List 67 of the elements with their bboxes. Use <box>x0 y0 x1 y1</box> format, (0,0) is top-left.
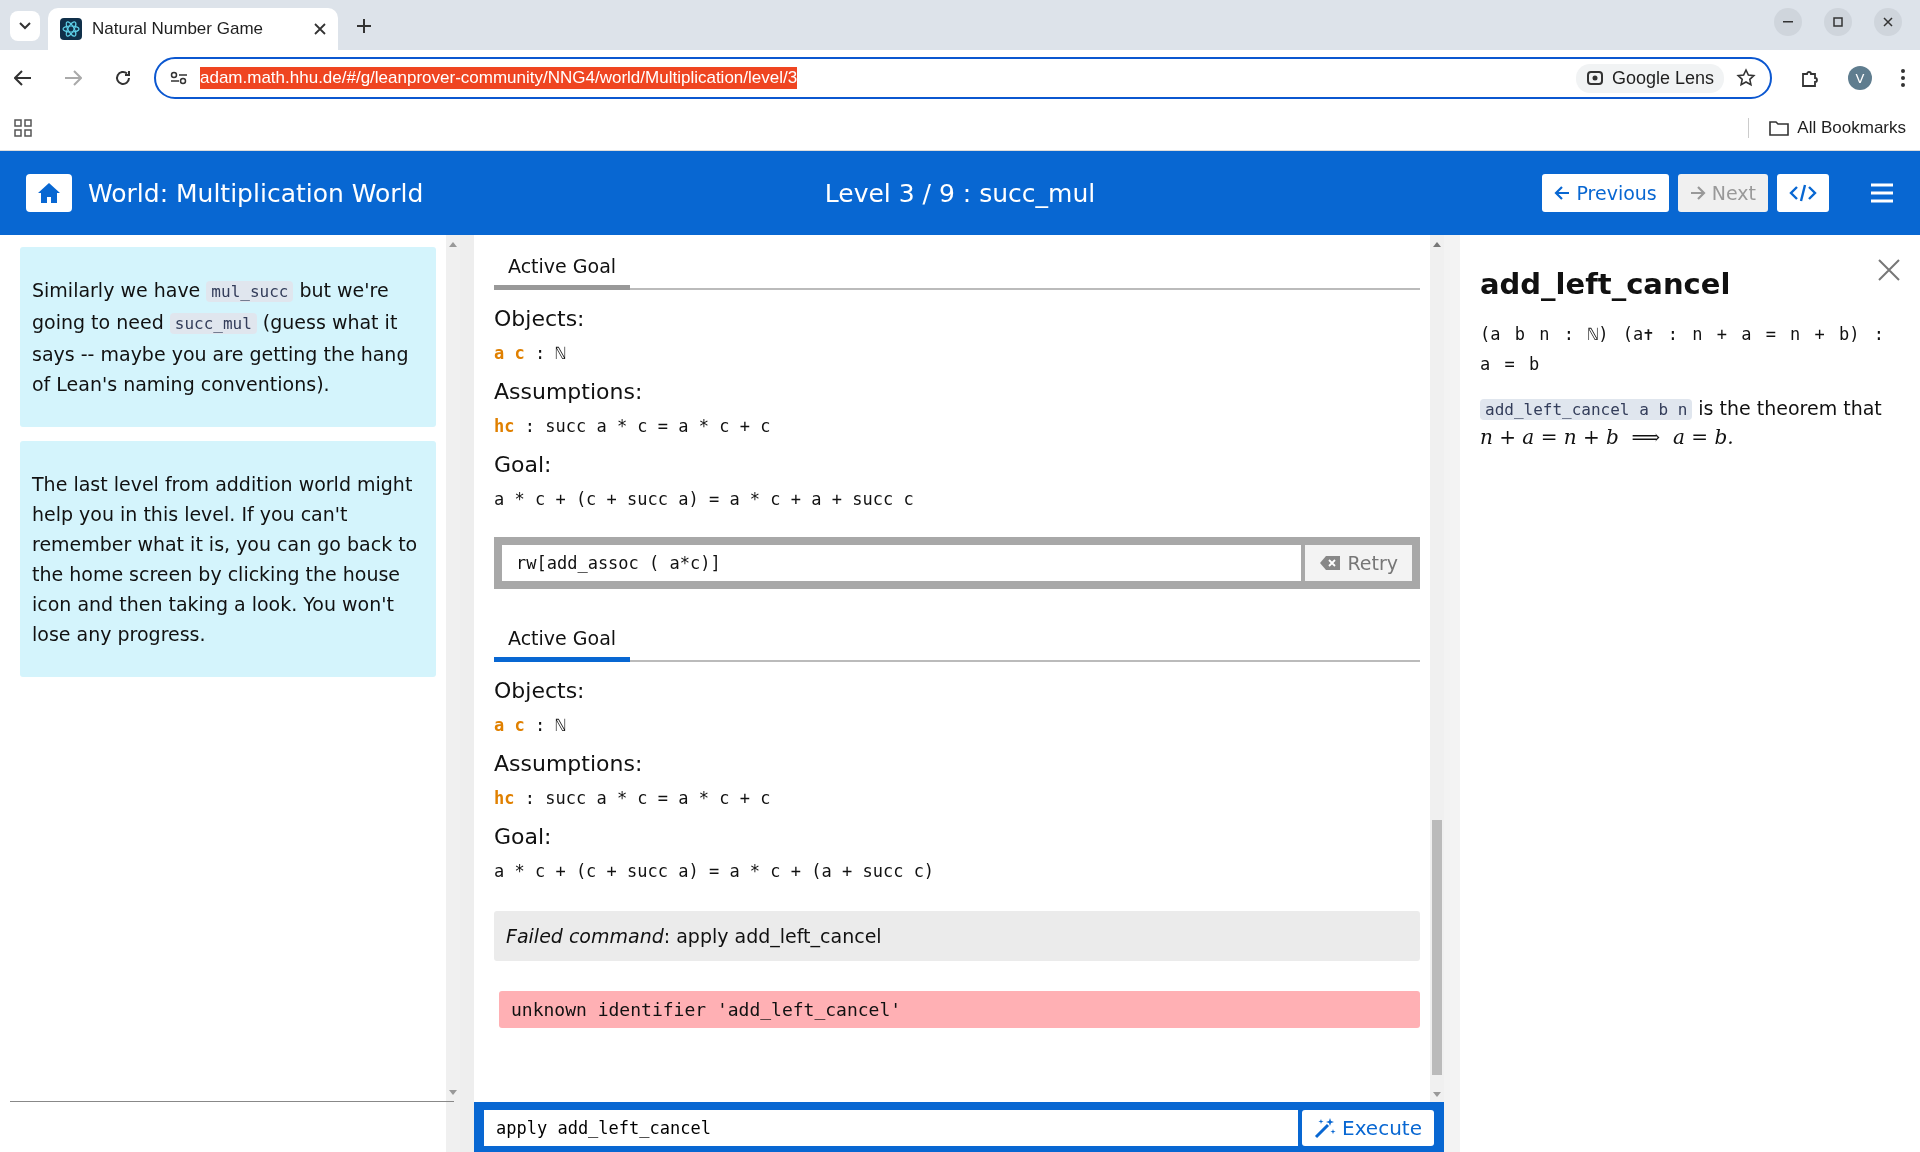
object-hypothesis: a c : ℕ <box>494 715 567 735</box>
goal-label: Goal: <box>494 452 553 477</box>
arrow-left-icon <box>1554 185 1571 201</box>
retry-button[interactable]: Retry <box>1305 545 1412 581</box>
objects-label: Objects: <box>494 678 586 703</box>
puzzle-piece-icon[interactable] <box>1800 68 1820 88</box>
code-icon <box>1789 183 1817 203</box>
goal-label: Goal: <box>494 824 553 849</box>
assumptions-label: Assumptions: <box>494 379 644 404</box>
failed-command-text: Failed command: apply add_left_cancel <box>494 911 1420 961</box>
tab-title: Natural Number Game <box>92 19 264 39</box>
math-formula: n + a = n + b ⟹ a = b. <box>1480 425 1735 449</box>
folder-icon <box>1769 120 1790 136</box>
goal-tab[interactable]: Active Goal <box>494 619 631 662</box>
execute-button[interactable]: Execute <box>1302 1110 1434 1146</box>
home-button[interactable] <box>26 174 72 212</box>
error-message: unknown identifier 'add_left_cancel' <box>499 991 1420 1028</box>
object-hypothesis: a c : ℕ <box>494 343 567 363</box>
all-bookmarks-link[interactable]: All Bookmarks <box>1797 118 1906 138</box>
close-icon <box>1883 17 1893 27</box>
world-title: World: Multiplication World <box>88 178 424 208</box>
goal-expression: a * c + (c + succ a) = a * c + (a + succ c) <box>494 861 936 881</box>
new-tab-icon[interactable] <box>356 18 372 34</box>
maximize-button[interactable] <box>1824 8 1852 36</box>
profile-avatar[interactable]: V <box>1848 66 1872 90</box>
reload-icon[interactable] <box>114 69 132 87</box>
minimize-button[interactable] <box>1774 8 1802 36</box>
restore-icon <box>1833 17 1843 27</box>
magic-wand-icon <box>1314 1117 1336 1139</box>
chevron-down-icon <box>19 22 31 30</box>
previous-button[interactable]: Previous <box>1542 174 1669 212</box>
house-icon <box>37 182 61 204</box>
close-window-button[interactable] <box>1874 8 1902 36</box>
back-icon[interactable] <box>14 70 32 86</box>
arrow-right-icon <box>1689 185 1706 201</box>
close-icon <box>1878 259 1900 281</box>
apps-grid-icon[interactable] <box>14 119 32 137</box>
minimize-icon <box>1783 21 1793 23</box>
google-lens-button[interactable]: Google Lens <box>1575 63 1724 93</box>
scrollbar-thumb[interactable] <box>1432 820 1442 1075</box>
code-view-button[interactable] <box>1777 174 1829 212</box>
star-icon[interactable] <box>1736 68 1756 88</box>
assumption-hypothesis: hc : succ a * c = a * c + c <box>494 416 772 436</box>
address-bar[interactable]: adam.math.hhu.de/#/g/leanprover-community/NNG4/world/Multiplication/level/3 Google Lens <box>154 57 1772 99</box>
atom-icon <box>60 18 82 40</box>
theorem-title: add_left_cancel <box>1480 267 1731 301</box>
theorem-description: add_left_cancel a b n is the theorem that <box>1480 397 1900 419</box>
command-input[interactable]: apply add_left_cancel <box>484 1110 1298 1146</box>
goal-expression: a * c + (c + succ a) = a * c + a + succ c <box>494 489 915 509</box>
objects-label: Objects: <box>494 306 586 331</box>
site-settings-icon <box>170 71 188 85</box>
hint-text: The last level from addition world might help you in this level. If you can't remember what it is, you can go back to the home screen by clicking the house icon and then taking a look. You won't lose any progress. <box>20 441 436 677</box>
more-icon[interactable] <box>1900 68 1906 88</box>
hint-text: Similarly we have mul_succ but we're going to need succ_mul (guess what it says -- maybe you are getting the hang of Lean's naming conventions). <box>20 247 436 427</box>
camera-icon <box>1585 69 1604 87</box>
command-text: rw[add_assoc ( a*c)] <box>502 545 1302 581</box>
tab-search-button[interactable] <box>10 11 40 41</box>
browser-tab[interactable]: Natural Number Game <box>48 8 338 50</box>
level-title: Level 3 / 9 : succ_mul <box>824 178 1096 208</box>
assumption-hypothesis: hc : succ a * c = a * c + c <box>494 788 772 808</box>
url-text: adam.math.hhu.de/#/g/leanprover-community/NNG4/world/Multiplication/level/3 <box>200 67 798 89</box>
backspace-icon <box>1319 555 1342 571</box>
theorem-signature: (a b n : ℕ) (a✝ : n + a = n + b) : a = b <box>1480 323 1885 376</box>
close-icon[interactable] <box>314 23 326 35</box>
assumptions-label: Assumptions: <box>494 751 644 776</box>
goal-tab[interactable]: Active Goal <box>494 247 631 290</box>
menu-icon[interactable] <box>1870 183 1894 203</box>
